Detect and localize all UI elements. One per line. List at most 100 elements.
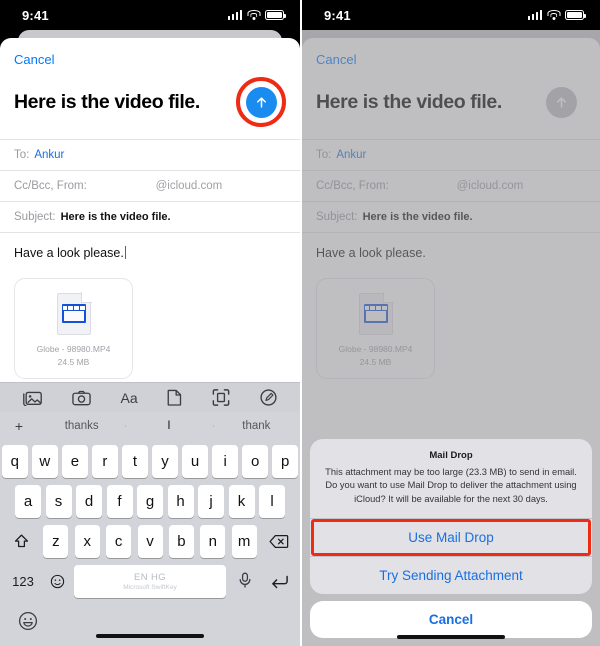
- key-s[interactable]: s: [45, 485, 72, 518]
- keyboard-suggestion-bar: + thanks I thank: [0, 412, 300, 440]
- to-recipient-right[interactable]: Ankur: [336, 149, 366, 161]
- camera-icon[interactable]: [71, 390, 91, 406]
- suggestion-middle[interactable]: I: [125, 420, 212, 432]
- key-j[interactable]: j: [198, 485, 224, 518]
- key-f[interactable]: f: [106, 485, 133, 518]
- key-w[interactable]: w: [32, 445, 58, 478]
- message-body-text: Have a look please.: [14, 246, 124, 260]
- compose-sheet: Cancel Here is the video file. To: Ankur: [0, 38, 300, 646]
- wifi-icon: [547, 10, 560, 20]
- alert-header: Mail Drop This attachment may be too lar…: [310, 439, 592, 518]
- subject-label-right: Subject:: [316, 211, 358, 223]
- compose-title-row-right: Here is the video file.: [302, 73, 600, 139]
- cancel-button[interactable]: Cancel: [14, 52, 54, 67]
- cellular-bars-icon: [527, 10, 542, 20]
- key-q[interactable]: q: [2, 445, 28, 478]
- from-address[interactable]: @icloud.com: [156, 180, 223, 192]
- emoji-face-icon[interactable]: [18, 611, 38, 636]
- status-bar-indicators: [227, 10, 286, 20]
- suggestion-add-button[interactable]: +: [0, 418, 38, 434]
- microphone-icon[interactable]: [232, 572, 258, 591]
- key-b[interactable]: b: [168, 525, 194, 558]
- home-indicator[interactable]: [96, 633, 204, 638]
- attachment-name: Globe - 98980.MP4: [36, 344, 111, 354]
- to-field[interactable]: To: Ankur: [0, 139, 300, 170]
- alert-cancel-label: Cancel: [428, 612, 474, 627]
- cancel-button-right[interactable]: Cancel: [316, 52, 356, 67]
- key-d[interactable]: d: [76, 485, 102, 518]
- key-n[interactable]: n: [200, 525, 226, 558]
- try-sending-attachment-label: Try Sending Attachment: [379, 568, 523, 583]
- subject-value[interactable]: Here is the video file.: [61, 211, 171, 223]
- home-indicator-right[interactable]: [397, 634, 505, 639]
- emoji-smiley-icon[interactable]: [46, 573, 68, 590]
- suggestion-right[interactable]: thank: [212, 420, 300, 432]
- space-keyboard-brand: Microsoft SwiftKey: [123, 584, 177, 591]
- status-bar-indicators-right: [527, 10, 586, 20]
- key-k[interactable]: k: [228, 485, 255, 518]
- battery-icon: [265, 10, 286, 20]
- wifi-icon: [247, 10, 260, 20]
- key-c[interactable]: c: [106, 525, 132, 558]
- try-sending-attachment-button[interactable]: Try Sending Attachment: [310, 556, 592, 594]
- key-o[interactable]: o: [242, 445, 268, 478]
- key-l[interactable]: l: [259, 485, 285, 518]
- keyboard-row-4: 123 EN HG Microsoft SwiftKey: [2, 565, 298, 598]
- text-caret: [124, 246, 127, 259]
- send-button-right[interactable]: [545, 86, 577, 118]
- subject-field-right[interactable]: Subject: Here is the video file.: [302, 201, 600, 232]
- keyboard-toolbar: Aa: [0, 382, 300, 412]
- to-recipient[interactable]: Ankur: [34, 149, 64, 161]
- compose-cancel-row-right: Cancel: [302, 38, 600, 73]
- key-t[interactable]: t: [122, 445, 148, 478]
- markup-pen-icon[interactable]: [260, 389, 277, 406]
- key-v[interactable]: v: [137, 525, 163, 558]
- status-bar-right: 9:41: [302, 0, 600, 30]
- scan-document-icon[interactable]: [212, 389, 230, 406]
- send-button-group-right: [536, 77, 586, 127]
- key-x[interactable]: x: [74, 525, 100, 558]
- key-a[interactable]: a: [15, 485, 41, 518]
- key-i[interactable]: i: [212, 445, 238, 478]
- mail-drop-alert: Mail Drop This attachment may be too lar…: [302, 438, 600, 646]
- key-g[interactable]: g: [137, 485, 163, 518]
- alert-cancel-button[interactable]: Cancel: [310, 601, 592, 638]
- ccbcc-from-label: Cc/Bcc, From:: [14, 180, 87, 192]
- space-bar[interactable]: EN HG Microsoft SwiftKey: [74, 565, 226, 598]
- key-e[interactable]: e: [62, 445, 88, 478]
- key-p[interactable]: p: [272, 445, 298, 478]
- key-u[interactable]: u: [182, 445, 208, 478]
- subject-value-right[interactable]: Here is the video file.: [363, 211, 473, 223]
- attachment-size: 24.5 MB: [57, 357, 90, 367]
- key-y[interactable]: y: [152, 445, 178, 478]
- subject-field[interactable]: Subject: Here is the video file.: [0, 201, 300, 232]
- video-file-icon: [56, 292, 92, 335]
- shift-arrow-icon[interactable]: [5, 525, 37, 558]
- status-bar-time: 9:41: [22, 7, 49, 23]
- keyboard-row-1: q w e r t y u i o p: [2, 445, 298, 478]
- ccbcc-from-field-right[interactable]: Cc/Bcc, From: @icloud.com: [302, 170, 600, 201]
- alert-title: Mail Drop: [429, 449, 473, 461]
- attachment-card[interactable]: Globe - 98980.MP4 24.5 MB: [14, 278, 133, 379]
- cellular-bars-icon: [227, 10, 242, 20]
- key-z[interactable]: z: [43, 525, 69, 558]
- document-icon[interactable]: [167, 389, 182, 406]
- from-address-right[interactable]: @icloud.com: [457, 180, 524, 192]
- alert-card: Mail Drop This attachment may be too lar…: [310, 438, 592, 594]
- photos-icon[interactable]: [23, 390, 42, 406]
- return-enter-icon[interactable]: [264, 574, 294, 590]
- left-phone-screen: 9:41 Cancel Here is the video file. To: …: [0, 0, 300, 646]
- attachment-card-right[interactable]: Globe - 98980.MP4 24.5 MB: [316, 278, 435, 379]
- to-field-right[interactable]: To: Ankur: [302, 139, 600, 170]
- key-h[interactable]: h: [167, 485, 194, 518]
- backspace-delete-icon[interactable]: [263, 525, 295, 558]
- use-mail-drop-button[interactable]: Use Mail Drop: [310, 518, 592, 556]
- key-r[interactable]: r: [92, 445, 118, 478]
- ccbcc-from-field[interactable]: Cc/Bcc, From: @icloud.com: [0, 170, 300, 201]
- text-format-aa-icon[interactable]: Aa: [121, 391, 138, 405]
- key-m[interactable]: m: [231, 525, 257, 558]
- numbers-key[interactable]: 123: [6, 574, 40, 589]
- compose-title: Here is the video file.: [14, 90, 200, 113]
- suggestion-left[interactable]: thanks: [38, 420, 125, 432]
- message-body[interactable]: Have a look please. Globe - 98980.MP4 24…: [0, 232, 300, 382]
